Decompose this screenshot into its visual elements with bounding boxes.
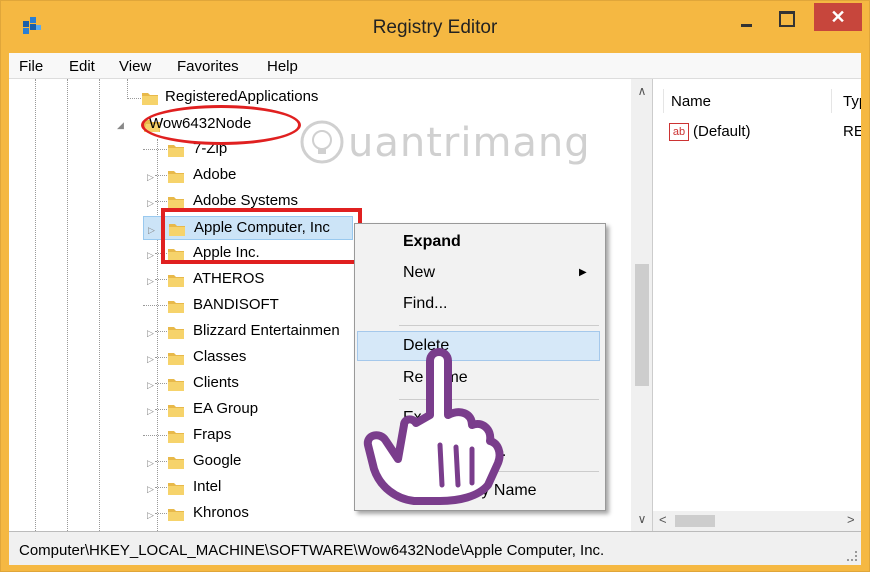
folder-icon <box>167 349 185 367</box>
context-menu-new[interactable]: New <box>403 264 435 282</box>
tree-guide-line <box>143 305 167 306</box>
tree-item-label: Khronos <box>193 504 249 521</box>
expand-arrow-icon[interactable]: ▷ <box>147 484 154 495</box>
tree-guide-line <box>155 175 167 176</box>
scrollbar-thumb[interactable] <box>675 515 715 527</box>
annotation-ellipse <box>141 105 301 145</box>
tree-guide-line <box>155 201 167 202</box>
values-list-pane[interactable]: Name Typ ab (Default) REC < > <box>653 79 861 531</box>
menu-bar: File Edit View Favorites Help <box>9 53 861 79</box>
tree-item-label: BANDISOFT <box>193 296 279 313</box>
status-path: Computer\HKEY_LOCAL_MACHINE\SOFTWARE\Wow… <box>19 542 605 559</box>
folder-icon <box>167 271 185 289</box>
menu-favorites[interactable]: Favorites <box>177 58 239 75</box>
scrollbar-thumb[interactable] <box>635 264 649 386</box>
expand-arrow-icon[interactable]: ▷ <box>147 328 154 339</box>
expand-arrow-icon[interactable]: ▷ <box>148 225 155 236</box>
string-value-icon: ab <box>669 123 689 141</box>
expand-arrow-icon[interactable]: ▷ <box>147 510 154 521</box>
submenu-arrow-icon: ▶ <box>579 267 587 278</box>
menu-edit[interactable]: Edit <box>69 58 95 75</box>
expand-arrow-icon[interactable]: ▷ <box>147 406 154 417</box>
tree-guide-line <box>127 79 128 99</box>
tree-item-label: EA Group <box>193 400 259 417</box>
tree-guide-line <box>99 79 100 531</box>
value-type: REC <box>843 123 861 140</box>
menu-separator <box>399 325 599 326</box>
tree-item-label: Adobe Systems <box>193 192 299 209</box>
folder-icon <box>167 167 185 185</box>
column-header-type[interactable]: Typ <box>843 93 861 110</box>
folder-icon <box>167 453 185 471</box>
maximize-button[interactable] <box>771 7 801 33</box>
column-divider <box>831 89 832 113</box>
tree-guide-line <box>155 357 167 358</box>
folder-icon <box>167 427 185 445</box>
tree-item-label: Intel <box>193 478 222 495</box>
tree-item-label: RegisteredApplications <box>165 88 319 105</box>
tree-guide-line <box>155 487 167 488</box>
context-menu-find[interactable]: Find... <box>403 295 447 313</box>
tree-guide-line <box>127 98 141 99</box>
menu-view[interactable]: View <box>119 58 151 75</box>
tree-item-label: Google <box>193 452 242 469</box>
tree-item-label: Blizzard Entertainmen <box>193 322 340 339</box>
tree-item-label: Clients <box>193 374 239 391</box>
tree-item-label: Adobe <box>193 166 237 183</box>
watermark-logo-icon <box>300 120 344 164</box>
scroll-up-arrow-icon[interactable]: ∧ <box>631 81 652 101</box>
expand-arrow-icon[interactable]: ▷ <box>147 354 154 365</box>
value-name: (Default) <box>693 123 751 140</box>
close-button[interactable]: ✕ <box>814 3 862 31</box>
tree-guide-line <box>155 461 167 462</box>
pointing-hand-icon <box>363 348 504 505</box>
expand-arrow-icon[interactable]: ▷ <box>147 380 154 391</box>
menu-file[interactable]: File <box>19 58 43 75</box>
tree-guide-line <box>155 279 167 280</box>
expand-arrow-icon[interactable]: ▷ <box>147 198 154 209</box>
folder-icon <box>167 479 185 497</box>
minimize-button[interactable] <box>732 7 762 33</box>
folder-icon <box>167 141 185 159</box>
scroll-left-arrow-icon[interactable]: < <box>659 512 667 527</box>
scroll-right-arrow-icon[interactable]: > <box>847 512 855 527</box>
annotation-rectangle <box>161 208 362 264</box>
value-row-default[interactable]: ab (Default) REC <box>669 121 861 145</box>
folder-icon <box>167 297 185 315</box>
expand-arrow-icon[interactable]: ▷ <box>147 172 154 183</box>
tree-item-label: ATHEROS <box>193 270 265 287</box>
scroll-down-arrow-icon[interactable]: ∨ <box>631 509 652 529</box>
tree-guide-line <box>155 383 167 384</box>
watermark-text: uantrimang <box>348 120 591 166</box>
list-horizontal-scrollbar[interactable]: < > <box>653 511 861 531</box>
folder-icon <box>167 375 185 393</box>
tree-guide-line <box>155 409 167 410</box>
tree-guide-line <box>143 435 167 436</box>
tree-guide-line <box>143 149 167 150</box>
tree-item-label: Fraps <box>193 426 232 443</box>
folder-icon <box>141 89 159 107</box>
expand-arrow-icon[interactable]: ▷ <box>147 458 154 469</box>
folder-icon <box>167 401 185 419</box>
menu-help[interactable]: Help <box>267 58 298 75</box>
folder-icon <box>167 323 185 341</box>
folder-icon <box>167 505 185 523</box>
expand-arrow-icon[interactable]: ▷ <box>147 276 154 287</box>
tree-item-label: Classes <box>193 348 247 365</box>
resize-grip-icon[interactable] <box>847 551 857 561</box>
title-bar[interactable]: Registry Editor ✕ <box>1 1 869 53</box>
tree-guide-line <box>155 331 167 332</box>
tree-guide-line <box>157 139 158 531</box>
column-header-name[interactable]: Name <box>671 93 711 110</box>
expand-arrow-icon[interactable]: ▷ <box>147 250 154 261</box>
status-bar: Computer\HKEY_LOCAL_MACHINE\SOFTWARE\Wow… <box>9 531 861 565</box>
column-divider <box>663 89 664 113</box>
collapse-arrow-icon[interactable]: ◢ <box>117 120 124 131</box>
tree-guide-line <box>155 513 167 514</box>
context-menu-expand[interactable]: Expand <box>403 233 461 251</box>
tree-guide-line <box>67 79 68 531</box>
tree-vertical-scrollbar[interactable]: ∧ ∨ <box>631 79 652 531</box>
tree-guide-line <box>35 79 36 531</box>
